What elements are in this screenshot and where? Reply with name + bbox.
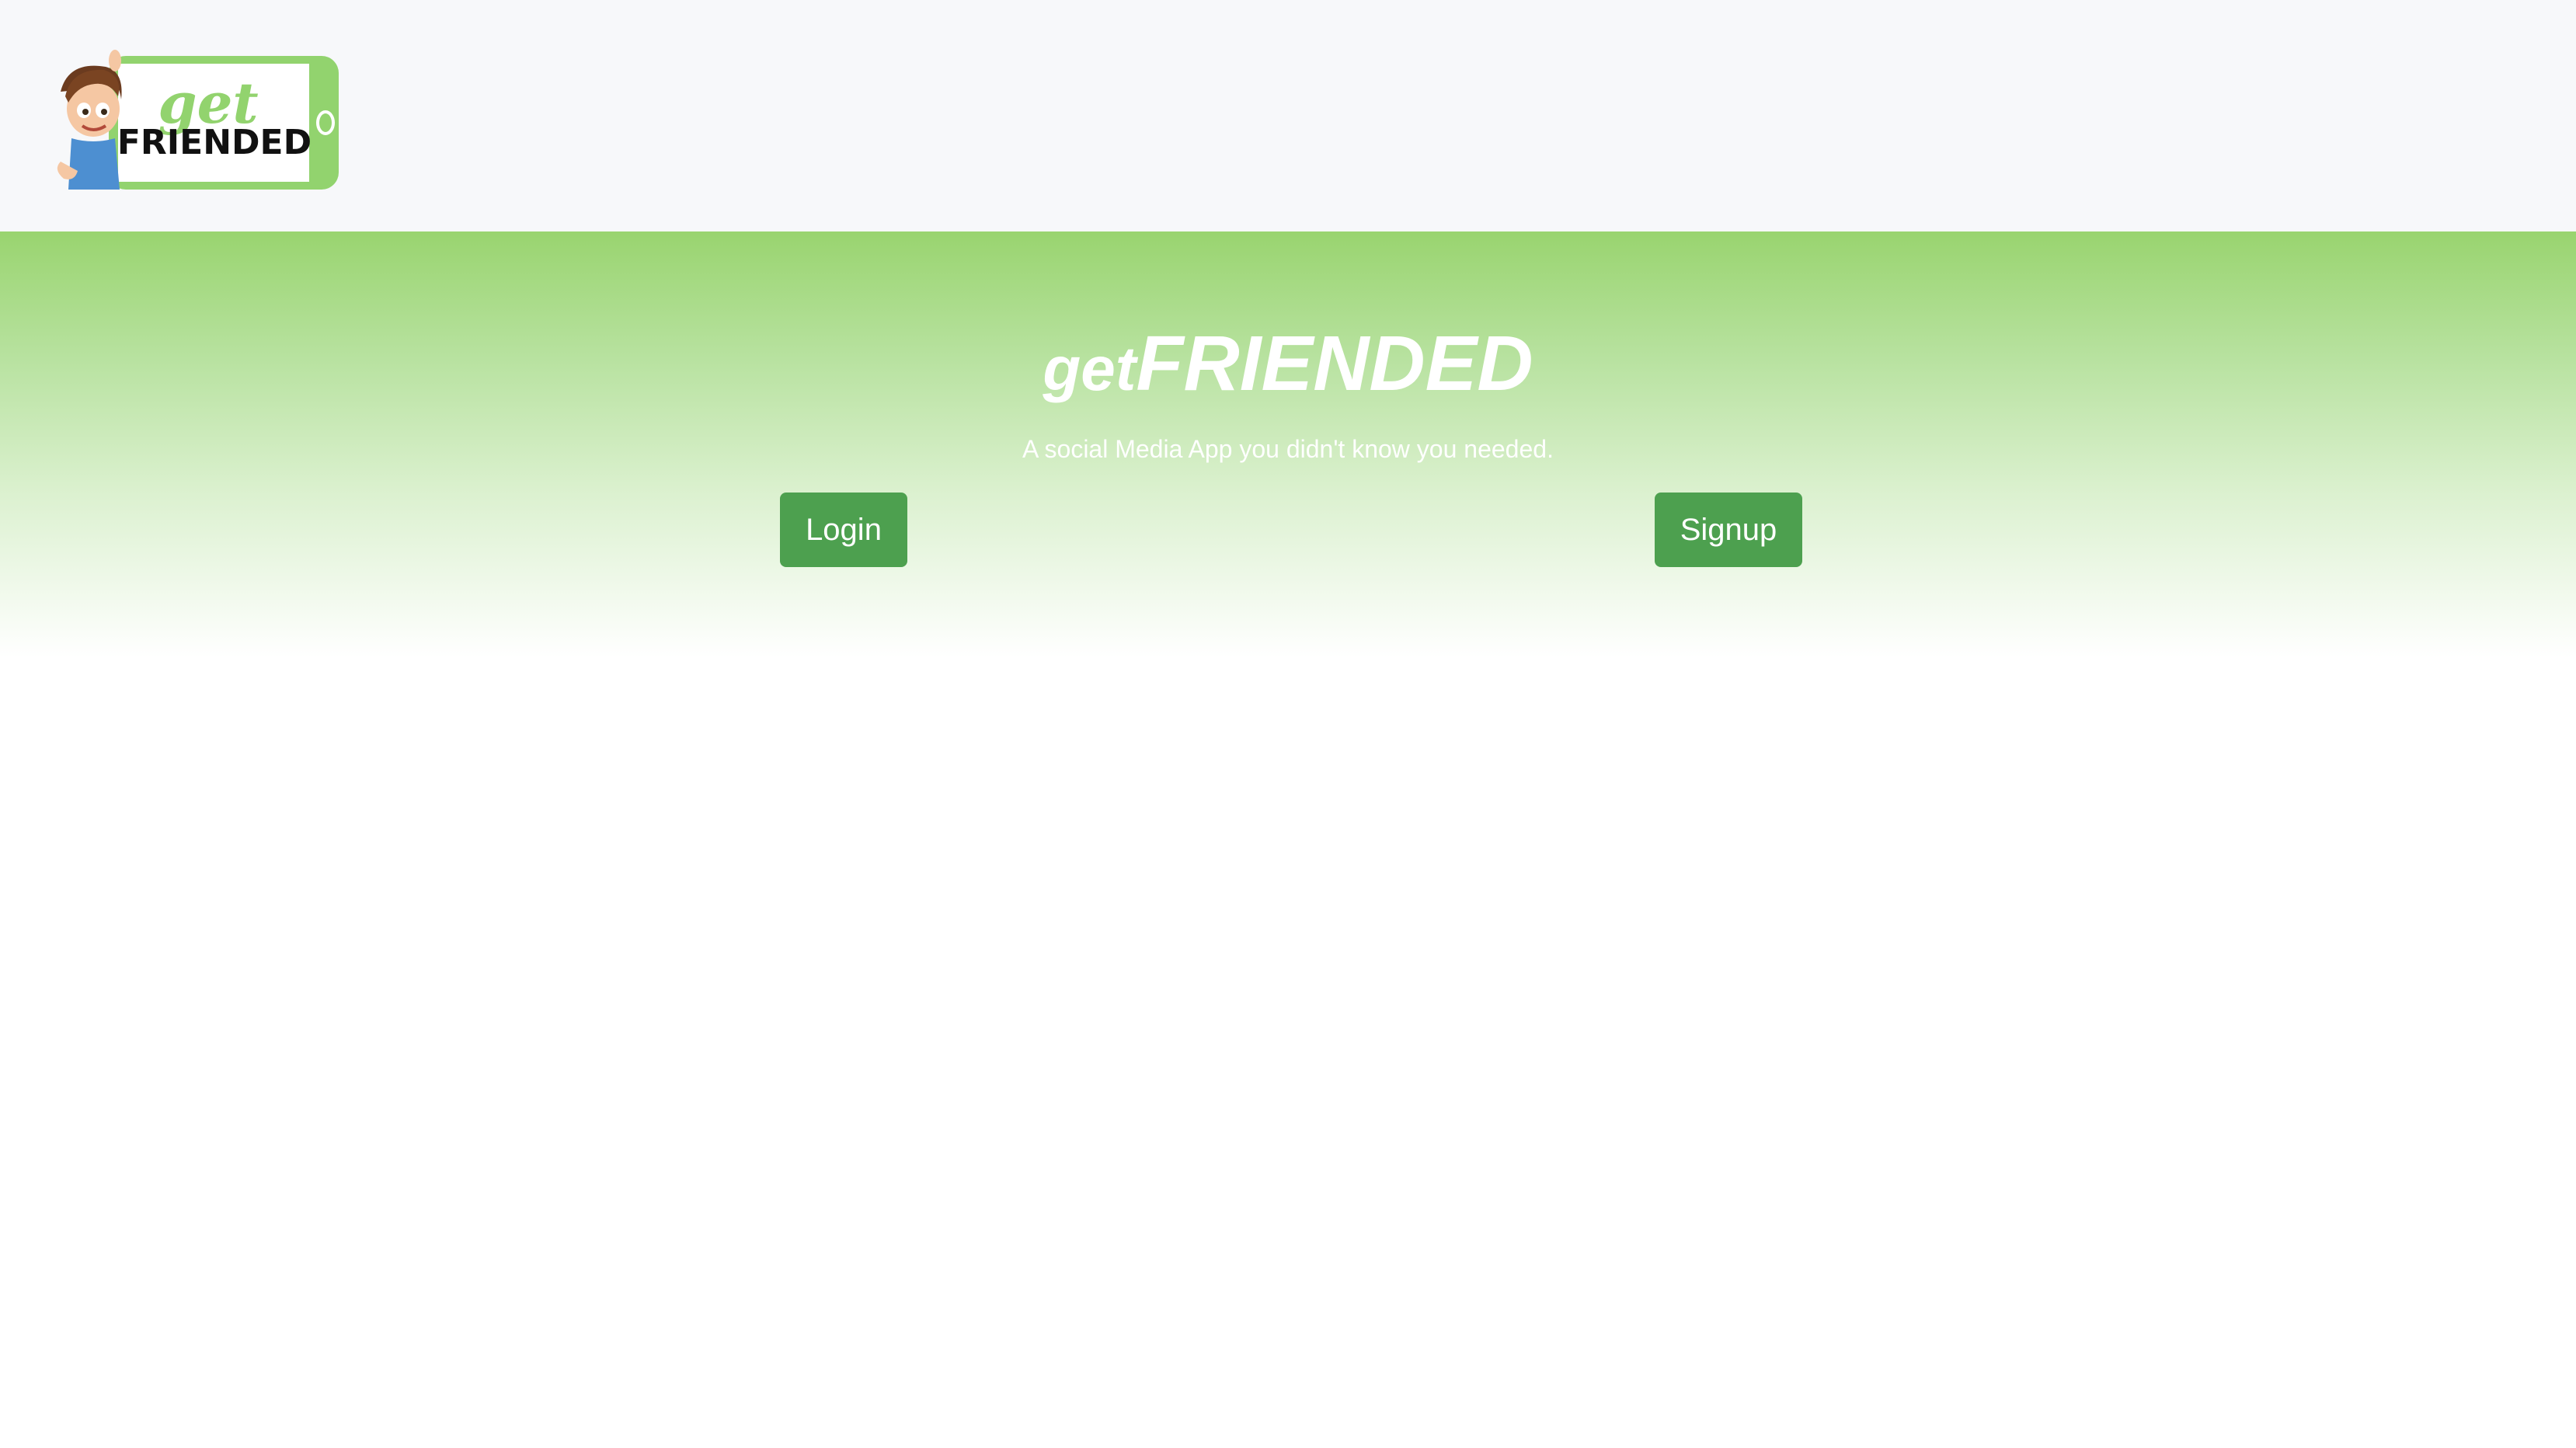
svg-text:FRIENDED: FRIENDED — [117, 123, 312, 162]
login-button[interactable]: Login — [780, 493, 907, 567]
brand-logo[interactable]: get FRIENDED — [37, 45, 345, 196]
hero-section: getFRIENDED A social Media App you didn'… — [0, 231, 2576, 657]
hero-title-get: get — [1043, 334, 1137, 403]
hero-subtitle: A social Media App you didn't know you n… — [1022, 435, 1554, 463]
hero-title-friended: FRIENDED — [1136, 320, 1533, 407]
top-navbar: get FRIENDED — [0, 0, 2576, 231]
signup-button[interactable]: Signup — [1655, 493, 1802, 567]
hero-title: getFRIENDED — [0, 325, 2576, 402]
